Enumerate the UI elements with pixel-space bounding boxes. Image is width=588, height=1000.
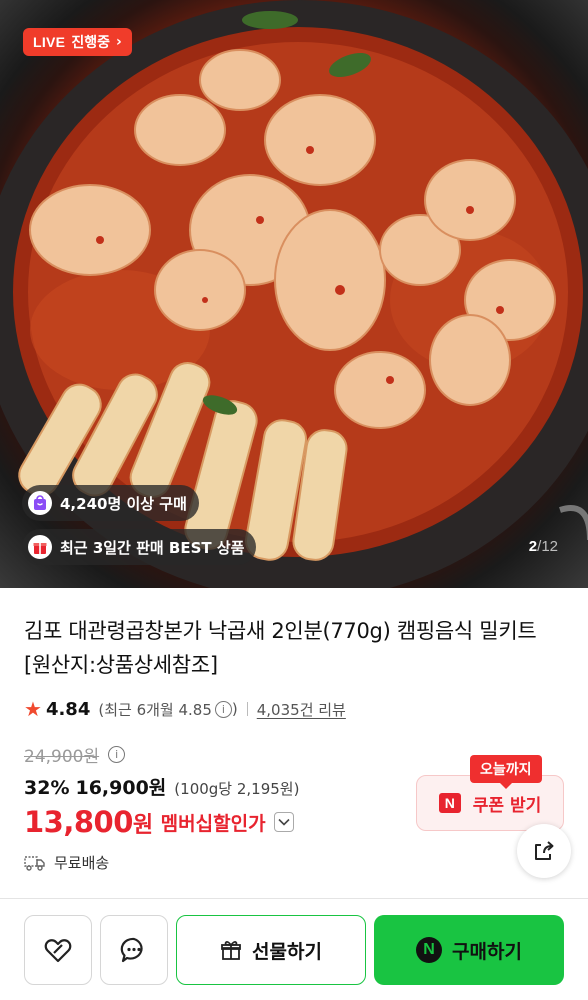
review-count-link[interactable]: 4,035건 리뷰 (257, 699, 346, 720)
original-price-row: 24,900원 i (24, 742, 126, 767)
chat-bubble-icon (120, 937, 143, 963)
shipping-row: 무료배송 (24, 852, 109, 873)
talk-button[interactable] (100, 915, 168, 985)
rating-row: ★ 4.84 (최근 6개월 4.85 i ) 4,035건 리뷰 (24, 697, 346, 721)
sale-price-row: 32% 16,900원 (100g당 2,195원) (24, 773, 299, 800)
truck-icon (24, 855, 45, 871)
buy-button[interactable]: N 구매하기 (374, 915, 564, 985)
shopping-bag-icon (28, 491, 52, 515)
naver-n-icon: N (438, 793, 461, 813)
best-seller-text: 최근 3일간 판매 BEST 상품 (60, 538, 245, 557)
rating-score: 4.84 (45, 698, 91, 720)
buyers-count-badge: 4,240명 이상 구매 (22, 485, 199, 521)
chevron-down-icon[interactable] (273, 812, 294, 832)
star-icon: ★ (24, 697, 42, 721)
recent-rating-close: ) (231, 700, 238, 718)
member-price: 13,800원 (24, 805, 153, 839)
product-image-carousel[interactable]: LIVE 진행중 › 4,240명 이상 구매 최근 3일간 판매 BEST 상… (0, 0, 588, 588)
wishlist-button[interactable] (24, 915, 92, 985)
coupon-deadline-tooltip: 오늘까지 (470, 755, 542, 789)
member-price-value: 13,800 (24, 805, 133, 839)
share-button[interactable] (517, 824, 571, 878)
buyers-count-text: 4,240명 이상 구매 (60, 494, 187, 513)
image-page-counter: 2/12 (529, 538, 558, 555)
gift-label: 선물하기 (252, 940, 322, 963)
naver-pay-icon: N (416, 937, 443, 963)
share-icon (535, 841, 554, 860)
page-total: 12 (541, 538, 558, 555)
coupon-label: 쿠폰 받기 (472, 795, 542, 816)
member-price-row[interactable]: 13,800원 멤버십할인가 (24, 805, 294, 839)
live-badge[interactable]: LIVE 진행중 › (23, 28, 132, 56)
live-status: 진행중 (71, 35, 110, 51)
divider (246, 702, 248, 716)
product-title: 김포 대관령곱창본가 낙곱새 2인분(770g) 캠핑음식 밀키트 [원산지:상… (24, 619, 537, 677)
shipping-text: 무료배송 (54, 854, 110, 872)
bottom-action-bar: 선물하기 N 구매하기 (0, 898, 588, 1000)
page-current: 2 (528, 538, 538, 555)
gift-button[interactable]: 선물하기 (176, 915, 366, 985)
member-price-label: 멤버십할인가 (160, 812, 266, 835)
chevron-right-icon: › (115, 34, 122, 50)
original-price: 24,900원 (24, 747, 100, 767)
recent-rating: (최근 6개월 4.85 (98, 700, 212, 719)
live-tag: LIVE (33, 34, 66, 50)
best-seller-badge: 최근 3일간 판매 BEST 상품 (22, 529, 257, 565)
discount-rate: 32% (24, 777, 70, 799)
member-price-unit: 원 (132, 813, 153, 838)
coupon-button[interactable]: N 쿠폰 받기 (416, 775, 564, 831)
buy-label: 구매하기 (452, 940, 522, 963)
heart-link-icon (44, 939, 72, 963)
sale-price: 16,900원 (75, 777, 167, 799)
info-icon[interactable]: i (214, 700, 232, 718)
unit-price: (100g당 2,195원) (174, 780, 300, 798)
gift-box-icon (28, 535, 52, 559)
price-info-icon[interactable]: i (108, 746, 126, 763)
gift-icon (221, 941, 241, 960)
